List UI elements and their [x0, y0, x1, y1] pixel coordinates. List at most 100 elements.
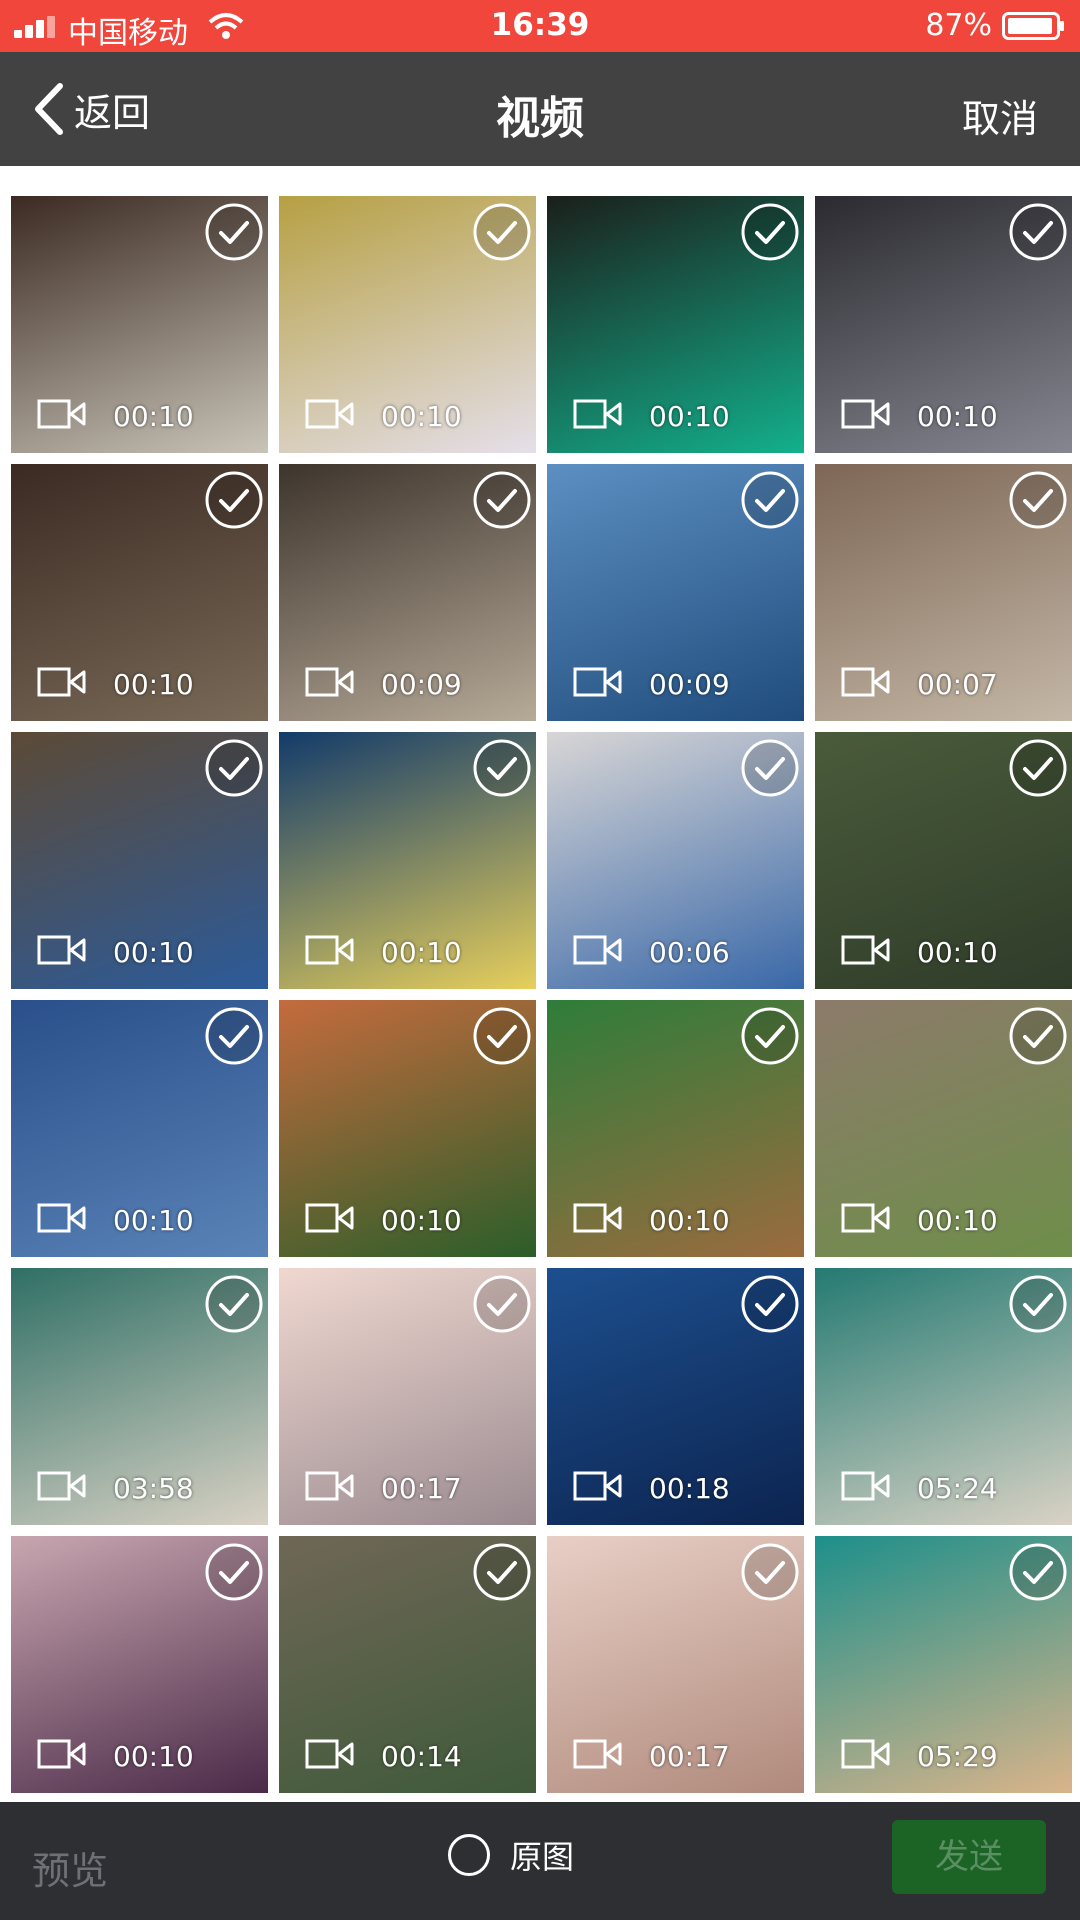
checkmark-icon[interactable]: [472, 1006, 532, 1066]
radio-icon[interactable]: [448, 1834, 490, 1876]
battery-icon: [1002, 12, 1064, 40]
video-duration: 03:58: [113, 1472, 194, 1505]
checkmark-icon[interactable]: [740, 470, 800, 530]
video-thumbnail[interactable]: 00:10: [11, 732, 268, 989]
video-thumbnail[interactable]: 05:24: [815, 1268, 1072, 1525]
video-camera-icon: [305, 935, 355, 965]
video-duration: 00:10: [917, 400, 998, 433]
video-duration: 00:10: [649, 400, 730, 433]
video-grid: 00:10 00:10 00:10 00:10 00:10 00:09 00:09 00:07…: [0, 168, 1080, 1802]
video-camera-icon: [37, 1471, 87, 1501]
original-image-label: 原图: [510, 1838, 575, 1876]
video-camera-icon: [37, 399, 87, 429]
video-camera-icon: [841, 1739, 891, 1769]
video-camera-icon: [573, 399, 623, 429]
checkmark-icon[interactable]: [204, 1542, 264, 1602]
video-camera-icon: [37, 1203, 87, 1233]
video-thumbnail[interactable]: 00:10: [279, 1000, 536, 1257]
video-thumbnail[interactable]: 00:17: [279, 1268, 536, 1525]
video-camera-icon: [573, 935, 623, 965]
video-camera-icon: [841, 667, 891, 697]
video-duration: 05:24: [917, 1472, 998, 1505]
video-thumbnail[interactable]: 00:10: [11, 464, 268, 721]
video-duration: 00:10: [381, 400, 462, 433]
checkmark-icon[interactable]: [472, 470, 532, 530]
video-camera-icon: [37, 667, 87, 697]
cancel-button[interactable]: 取消: [962, 88, 1038, 143]
checkmark-icon[interactable]: [1008, 738, 1068, 798]
video-duration: 05:29: [917, 1740, 998, 1773]
video-duration: 00:10: [113, 936, 194, 969]
video-thumbnail[interactable]: 00:10: [547, 1000, 804, 1257]
checkmark-icon[interactable]: [740, 202, 800, 262]
checkmark-icon[interactable]: [204, 202, 264, 262]
video-duration: 00:18: [649, 1472, 730, 1505]
video-thumbnail[interactable]: 00:10: [815, 1000, 1072, 1257]
video-duration: 00:06: [649, 936, 730, 969]
video-camera-icon: [305, 667, 355, 697]
checkmark-icon[interactable]: [1008, 202, 1068, 262]
video-thumbnail[interactable]: 00:10: [11, 1536, 268, 1793]
video-duration: 00:10: [113, 1204, 194, 1237]
video-thumbnail[interactable]: 00:10: [815, 196, 1072, 453]
video-duration: 00:10: [917, 936, 998, 969]
video-duration: 00:10: [381, 1204, 462, 1237]
video-thumbnail[interactable]: 00:10: [279, 196, 536, 453]
video-thumbnail[interactable]: 00:10: [815, 732, 1072, 989]
video-duration: 00:07: [917, 668, 998, 701]
send-button[interactable]: 发送: [892, 1820, 1046, 1894]
checkmark-icon[interactable]: [472, 1274, 532, 1334]
video-thumbnail[interactable]: 03:58: [11, 1268, 268, 1525]
video-thumbnail[interactable]: 00:07: [815, 464, 1072, 721]
page-title: 视频: [496, 93, 584, 144]
video-camera-icon: [841, 935, 891, 965]
video-camera-icon: [305, 399, 355, 429]
checkmark-icon[interactable]: [204, 1006, 264, 1066]
checkmark-icon[interactable]: [204, 738, 264, 798]
status-bar: 中国移动 16:39 87%: [0, 0, 1080, 52]
video-thumbnail[interactable]: 00:06: [547, 732, 804, 989]
video-duration: 00:10: [113, 668, 194, 701]
battery-percent: 87%: [925, 8, 992, 43]
video-thumbnail[interactable]: 00:14: [279, 1536, 536, 1793]
checkmark-icon[interactable]: [1008, 470, 1068, 530]
video-thumbnail[interactable]: 00:10: [279, 732, 536, 989]
checkmark-icon[interactable]: [472, 202, 532, 262]
video-thumbnail[interactable]: 00:09: [279, 464, 536, 721]
video-duration: 00:17: [649, 1740, 730, 1773]
video-camera-icon: [573, 1739, 623, 1769]
video-thumbnail[interactable]: 00:10: [11, 1000, 268, 1257]
video-camera-icon: [573, 1471, 623, 1501]
checkmark-icon[interactable]: [1008, 1274, 1068, 1334]
preview-button[interactable]: 预览: [32, 1840, 108, 1895]
checkmark-icon[interactable]: [204, 1274, 264, 1334]
video-thumbnail[interactable]: 00:10: [547, 196, 804, 453]
original-image-toggle[interactable]: 原图: [448, 1832, 574, 1878]
nav-bar: 返回 视频 取消: [0, 52, 1080, 166]
video-camera-icon: [841, 1203, 891, 1233]
checkmark-icon[interactable]: [740, 1274, 800, 1334]
video-duration: 00:10: [917, 1204, 998, 1237]
video-camera-icon: [573, 667, 623, 697]
video-camera-icon: [37, 1739, 87, 1769]
checkmark-icon[interactable]: [740, 1006, 800, 1066]
checkmark-icon[interactable]: [472, 1542, 532, 1602]
checkmark-icon[interactable]: [472, 738, 532, 798]
video-camera-icon: [841, 1471, 891, 1501]
video-thumbnail[interactable]: 00:18: [547, 1268, 804, 1525]
checkmark-icon[interactable]: [1008, 1006, 1068, 1066]
video-duration: 00:10: [113, 1740, 194, 1773]
video-thumbnail[interactable]: 00:17: [547, 1536, 804, 1793]
video-camera-icon: [573, 1203, 623, 1233]
checkmark-icon[interactable]: [740, 738, 800, 798]
video-thumbnail[interactable]: 05:29: [815, 1536, 1072, 1793]
checkmark-icon[interactable]: [1008, 1542, 1068, 1602]
video-thumbnail[interactable]: 00:09: [547, 464, 804, 721]
checkmark-icon[interactable]: [204, 470, 264, 530]
video-duration: 00:10: [113, 400, 194, 433]
video-camera-icon: [305, 1203, 355, 1233]
checkmark-icon[interactable]: [740, 1542, 800, 1602]
video-thumbnail[interactable]: 00:10: [11, 196, 268, 453]
video-duration: 00:09: [381, 668, 462, 701]
video-duration: 00:09: [649, 668, 730, 701]
